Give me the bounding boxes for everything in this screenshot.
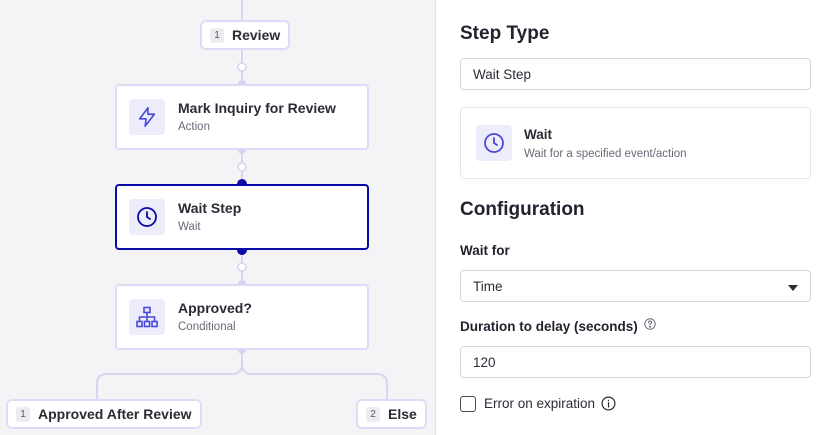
step-type-card[interactable]: Wait Wait for a specified event/action <box>460 107 811 179</box>
node-title: Mark Inquiry for Review <box>178 100 336 116</box>
connector-dot <box>237 262 247 272</box>
review-pill-label: Review <box>232 27 281 43</box>
question-circle-icon[interactable] <box>644 317 656 330</box>
lightning-bolt-icon <box>129 99 165 135</box>
node-subtitle: Wait <box>178 221 201 233</box>
step-type-field[interactable]: Wait Step <box>460 58 811 90</box>
branch-pill-label: Else <box>388 406 417 422</box>
review-pill[interactable]: 1 Review <box>200 20 291 50</box>
node-mark-inquiry-for-review[interactable]: Mark Inquiry for Review Action <box>115 84 369 150</box>
branch-pill-else[interactable]: 2 Else <box>356 399 427 429</box>
node-wait-step[interactable]: Wait Step Wait <box>115 184 369 250</box>
info-circle-icon[interactable] <box>601 396 616 411</box>
node-subtitle: Action <box>178 121 210 133</box>
clock-icon <box>476 125 512 161</box>
branch-pill-approved-after-review[interactable]: 1 Approved After Review <box>6 399 202 429</box>
connector-dot <box>237 162 247 172</box>
error-on-expiration-checkbox[interactable] <box>460 396 476 412</box>
wait-for-value: Time <box>473 278 503 294</box>
caret-down-icon <box>788 279 798 294</box>
node-title: Wait Step <box>178 200 242 216</box>
step-type-heading: Step Type <box>460 23 550 44</box>
node-subtitle: Conditional <box>178 321 236 333</box>
duration-input[interactable]: 120 <box>460 346 811 378</box>
step-config-panel: Step Type Wait Step Wait Wait for a spec… <box>437 0 830 435</box>
node-approved-conditional[interactable]: Approved? Conditional <box>115 284 369 350</box>
workflow-canvas[interactable]: 1 Review Mark Inquiry for Review Action … <box>0 0 436 435</box>
connector-branch-right <box>241 363 388 400</box>
wait-for-select[interactable]: Time <box>460 270 811 302</box>
clock-icon <box>129 199 165 235</box>
duration-label-text: Duration to delay (seconds) <box>460 319 638 334</box>
type-card-title: Wait <box>524 126 552 142</box>
node-title: Approved? <box>178 300 252 316</box>
configuration-heading: Configuration <box>460 199 585 220</box>
review-pill-number: 1 <box>210 27 224 43</box>
wait-for-label-text: Wait for <box>460 243 510 258</box>
step-type-value: Wait Step <box>473 66 532 82</box>
branch-pill-number: 1 <box>16 406 30 422</box>
duration-value: 120 <box>473 354 496 370</box>
duration-label: Duration to delay (seconds) <box>460 317 656 334</box>
connector-branch-left <box>96 350 243 400</box>
error-on-expiration-text: Error on expiration <box>484 396 596 411</box>
error-on-expiration-label: Error on expiration <box>484 396 616 411</box>
flowchart-icon <box>129 299 165 335</box>
branch-pill-label: Approved After Review <box>38 406 192 422</box>
wait-for-label: Wait for <box>460 243 510 258</box>
type-card-description: Wait for a specified event/action <box>524 147 687 160</box>
connector-dot <box>237 62 247 72</box>
branch-pill-number: 2 <box>366 406 380 422</box>
